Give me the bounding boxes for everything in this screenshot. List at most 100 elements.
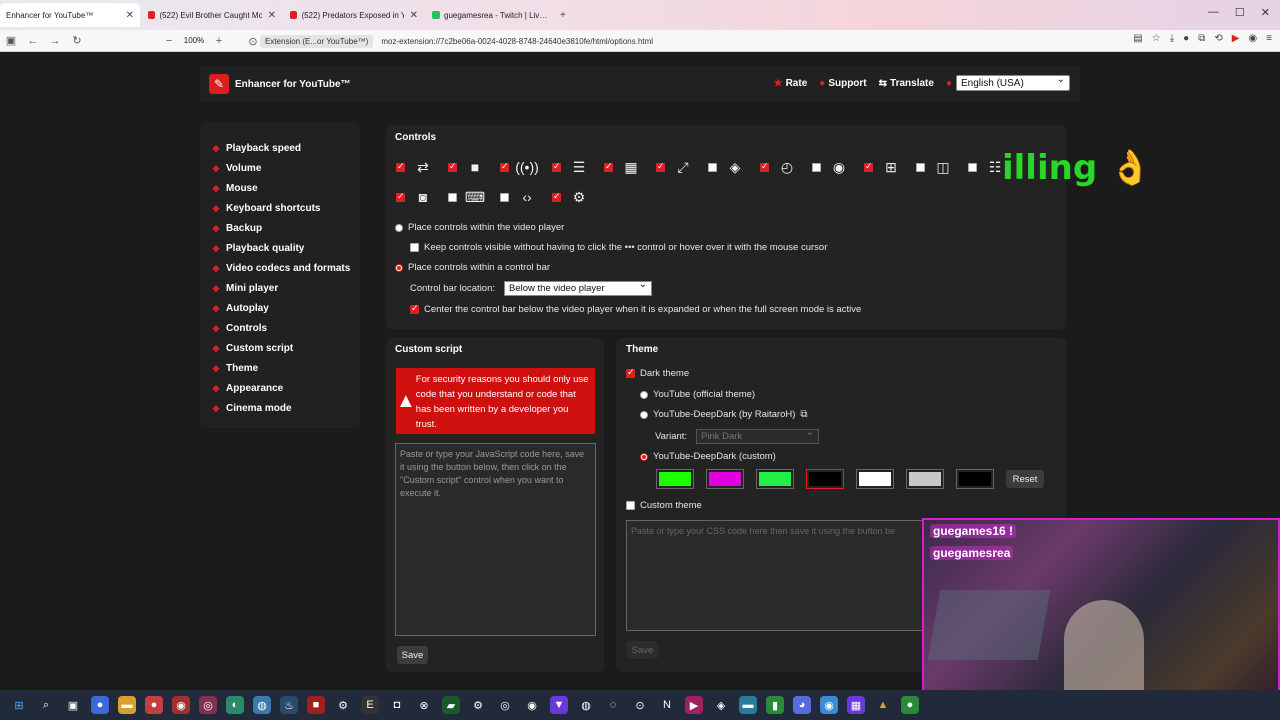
control-toggle[interactable]: ◫: [916, 159, 956, 176]
account-icon[interactable]: ●: [1183, 33, 1189, 44]
edge-icon[interactable]: ◐: [226, 696, 244, 714]
sidebar-item-backup[interactable]: ◆ Backup: [200, 218, 360, 238]
firefox-icon[interactable]: ●: [91, 696, 109, 714]
sidebar-toggle-icon[interactable]: ▣: [0, 34, 22, 47]
spreadsheet-icon[interactable]: ▮: [766, 696, 784, 714]
color-swatch[interactable]: [656, 469, 694, 489]
sidebar-item-playback-quality[interactable]: ◆ Playback quality: [200, 238, 360, 258]
save-script-button[interactable]: Save: [397, 646, 428, 664]
zoom-level[interactable]: 100%: [180, 36, 208, 45]
xbox-icon[interactable]: ⊗: [415, 696, 433, 714]
app-icon-3[interactable]: ◎: [496, 696, 514, 714]
vlc-icon[interactable]: ▲: [874, 696, 892, 714]
option-custom-theme[interactable]: Custom theme: [626, 500, 702, 511]
control-toggle[interactable]: ⇄: [396, 159, 436, 176]
control-toggle[interactable]: ⚙: [552, 189, 592, 206]
discord-icon[interactable]: ◕: [793, 696, 811, 714]
reload-icon[interactable]: ↻: [66, 34, 88, 47]
app-icon-red[interactable]: ●: [145, 696, 163, 714]
menu-icon[interactable]: ≡: [1266, 33, 1272, 44]
option-dark-theme[interactable]: Dark theme: [626, 367, 689, 379]
chrome-icon[interactable]: ◉: [820, 696, 838, 714]
obs-icon[interactable]: ◉: [172, 696, 190, 714]
app-icon-pink[interactable]: ◎: [199, 696, 217, 714]
tab-twitch[interactable]: guegamesrea - Twitch | Liv… +: [426, 3, 576, 27]
app-icon-9[interactable]: ▬: [739, 696, 757, 714]
option-control-bar[interactable]: Place controls within a control bar: [395, 262, 550, 273]
sidebar-item-mini-player[interactable]: ◆ Mini player: [200, 278, 360, 298]
settings-app-icon[interactable]: ⚙: [469, 696, 487, 714]
sidebar-item-mouse[interactable]: ◆ Mouse: [200, 178, 360, 198]
camera-app-icon[interactable]: ◘: [388, 696, 406, 714]
location-select[interactable]: Below the video player: [504, 279, 653, 296]
control-checkbox[interactable]: [448, 193, 457, 202]
control-checkbox[interactable]: [552, 161, 561, 172]
control-checkbox[interactable]: [708, 163, 717, 172]
control-toggle[interactable]: ‹›: [500, 189, 540, 205]
search-icon[interactable]: ⌕: [37, 696, 55, 714]
sidebar-item-video-codecs-and-formats[interactable]: ◆ Video codecs and formats: [200, 258, 360, 278]
steam-icon[interactable]: ♨: [280, 696, 298, 714]
zoom-in-icon[interactable]: +: [208, 35, 230, 47]
color-swatch[interactable]: [756, 469, 794, 489]
sidebar-item-cinema-mode[interactable]: ◆ Cinema mode: [200, 398, 360, 418]
color-swatch[interactable]: [806, 469, 844, 489]
close-tab-icon[interactable]: ✕: [410, 10, 418, 21]
extension-chip[interactable]: Extension (E...or YouTube™): [260, 34, 374, 48]
save-theme-button[interactable]: Save: [627, 641, 658, 659]
new-tab-icon[interactable]: +: [560, 10, 566, 21]
url-text[interactable]: moz-extension://7c2be06a-0024-4028-8748-…: [381, 37, 653, 46]
control-checkbox[interactable]: [500, 161, 509, 172]
control-checkbox[interactable]: [552, 191, 561, 202]
option-youtube-official[interactable]: YouTube (official theme): [640, 389, 755, 400]
control-checkbox[interactable]: [396, 161, 405, 172]
forward-icon[interactable]: →: [44, 35, 66, 47]
sidebar-item-theme[interactable]: ◆ Theme: [200, 358, 360, 378]
maximize-icon[interactable]: ☐: [1235, 6, 1245, 19]
control-checkbox[interactable]: [396, 191, 405, 202]
control-checkbox[interactable]: [448, 161, 457, 172]
reader-icon[interactable]: ▤: [1133, 33, 1142, 44]
control-checkbox[interactable]: [656, 161, 665, 172]
sidebar-item-controls[interactable]: ◆ Controls: [200, 318, 360, 338]
control-toggle[interactable]: ◙: [396, 189, 436, 205]
checkbox-dark-theme[interactable]: [626, 367, 635, 378]
control-checkbox[interactable]: [916, 163, 925, 172]
app-icon-10[interactable]: ●: [901, 696, 919, 714]
option-deepdark[interactable]: YouTube-DeepDark (by RaitaroH) ⧉: [640, 409, 808, 420]
grid-app-icon[interactable]: ▦: [847, 696, 865, 714]
option-center-bar[interactable]: Center the control bar below the video p…: [410, 303, 861, 315]
file-explorer-icon[interactable]: ▬: [118, 696, 136, 714]
zoom-out-icon[interactable]: −: [158, 35, 180, 47]
control-toggle[interactable]: ◉: [812, 159, 852, 176]
notion-icon[interactable]: N: [658, 696, 676, 714]
browser-icon[interactable]: ◍: [253, 696, 271, 714]
media-icon[interactable]: ▶: [685, 696, 703, 714]
control-toggle[interactable]: ((•)): [500, 159, 540, 175]
app-icon-4[interactable]: ◉: [523, 696, 541, 714]
control-checkbox[interactable]: [760, 161, 769, 172]
control-toggle[interactable]: ◈: [708, 159, 748, 176]
control-toggle[interactable]: ⊞: [864, 159, 904, 176]
epic-icon[interactable]: E: [361, 696, 379, 714]
sidebar-item-playback-speed[interactable]: ◆ Playback speed: [200, 138, 360, 158]
bookmark-star-icon[interactable]: ☆: [1152, 33, 1161, 44]
css-textarea[interactable]: Paste or type your CSS code here then sa…: [626, 520, 926, 631]
color-swatch[interactable]: [706, 469, 744, 489]
app-icon-6[interactable]: ◌: [604, 696, 622, 714]
control-checkbox[interactable]: [968, 163, 977, 172]
translate-link[interactable]: ⇆ Translate: [879, 78, 934, 89]
control-checkbox[interactable]: [812, 163, 821, 172]
screenshot-icon[interactable]: ◉: [1248, 33, 1257, 44]
control-toggle[interactable]: ⌨: [448, 189, 488, 206]
external-link-icon[interactable]: ⧉: [800, 409, 807, 420]
tab-enhancer[interactable]: Enhancer for YouTube™ ✕: [0, 3, 140, 27]
option-within-player[interactable]: Place controls within the video player: [395, 222, 564, 233]
app-icon-5[interactable]: ◍: [577, 696, 595, 714]
download-icon[interactable]: ⤓: [1170, 33, 1174, 44]
extension-icon[interactable]: ⧉: [1198, 33, 1205, 44]
support-link[interactable]: ● Support: [819, 78, 866, 89]
sidebar-item-volume[interactable]: ◆ Volume: [200, 158, 360, 178]
tab-video-2[interactable]: (522) Predators Exposed in Yo… ✕: [284, 3, 424, 27]
radio-youtube-official[interactable]: [640, 390, 648, 399]
